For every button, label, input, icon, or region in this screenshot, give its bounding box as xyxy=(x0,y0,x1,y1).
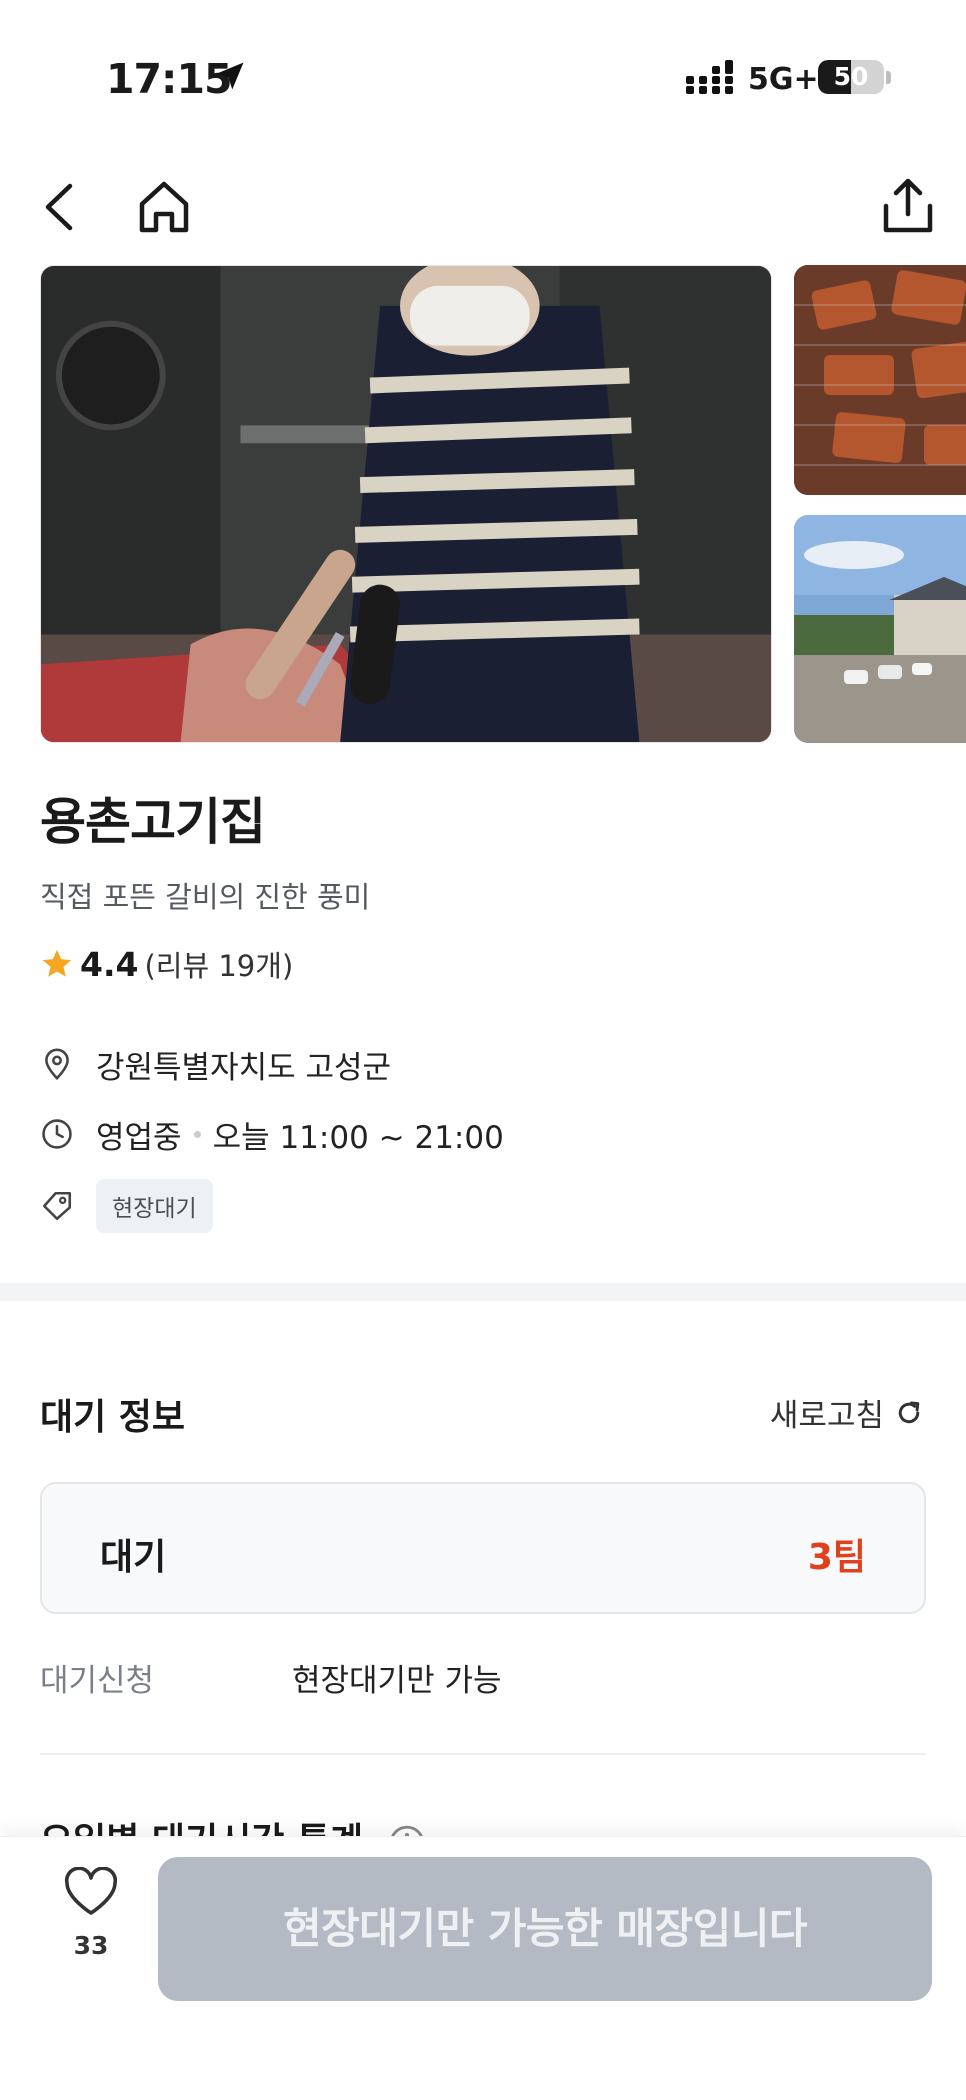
refresh-icon xyxy=(898,1401,920,1423)
grill-photo xyxy=(794,265,966,495)
bottom-action-bar: 33 현장대기만 가능한 매장입니다 xyxy=(0,1836,966,2100)
onsite-wait-only-button[interactable]: 현장대기만 가능한 매장입니다 xyxy=(158,1857,932,2001)
tag-icon xyxy=(42,1191,72,1221)
section-divider xyxy=(0,1283,966,1301)
exterior-photo xyxy=(794,515,966,743)
wait-label: 대기 xyxy=(100,1537,167,1578)
store-address: 강원특별자치도 고성군 xyxy=(96,1049,392,1086)
like-count: 33 xyxy=(73,1931,109,1960)
wait-team-count: 3팀 xyxy=(807,1537,866,1578)
store-tag: 현장대기 xyxy=(96,1179,213,1233)
battery-icon: 50 xyxy=(818,60,884,94)
refresh-label: 새로고침 xyxy=(769,1398,884,1434)
store-photo-main[interactable] xyxy=(40,265,772,743)
network-type: 5G+ xyxy=(748,62,819,97)
battery-cap xyxy=(886,71,891,84)
refresh-button[interactable]: 새로고침 xyxy=(770,1390,924,1435)
store-photo-exterior[interactable] xyxy=(794,515,966,743)
signal-icon xyxy=(686,60,733,94)
status-bar: 17:15 5G+ 50 xyxy=(0,0,966,150)
divider xyxy=(40,1753,926,1755)
rating-row[interactable]: 4.4 (리뷰 19개) xyxy=(40,942,293,986)
tag-row: 현장대기 xyxy=(40,1179,213,1233)
hours-row[interactable]: 영업중 오늘 11:00 ~ 21:00 xyxy=(40,1112,504,1156)
open-status: 영업중 xyxy=(96,1119,182,1156)
location-pin-icon xyxy=(45,1048,69,1080)
battery-level: 50 xyxy=(833,62,869,91)
share-icon[interactable] xyxy=(878,176,938,236)
review-count: (리뷰 19개) xyxy=(144,949,294,983)
separator-dot xyxy=(193,1130,201,1138)
heart-icon xyxy=(64,1867,118,1915)
store-description: 직접 포뜬 갈비의 진한 풍미 xyxy=(40,880,371,914)
clock-icon xyxy=(42,1119,72,1149)
wait-status-card: 대기 3팀 xyxy=(40,1482,926,1614)
store-name: 용촌고기집 xyxy=(40,793,266,851)
store-photo-grill[interactable] xyxy=(794,265,966,495)
wait-info-title: 대기 정보 xyxy=(40,1397,186,1438)
star-icon xyxy=(42,949,72,977)
rating-value: 4.4 xyxy=(80,944,139,984)
apply-value: 현장대기만 가능 xyxy=(292,1663,502,1699)
address-row[interactable]: 강원특별자치도 고성군 xyxy=(40,1042,391,1086)
apply-label: 대기신청 xyxy=(40,1663,155,1699)
location-arrow-icon xyxy=(216,62,244,90)
like-button[interactable]: 33 xyxy=(50,1867,132,1987)
store-hours: 오늘 11:00 ~ 21:00 xyxy=(212,1119,504,1156)
chevron-left-icon[interactable] xyxy=(36,180,84,234)
butcher-photo xyxy=(41,266,771,742)
home-icon[interactable] xyxy=(134,176,194,236)
